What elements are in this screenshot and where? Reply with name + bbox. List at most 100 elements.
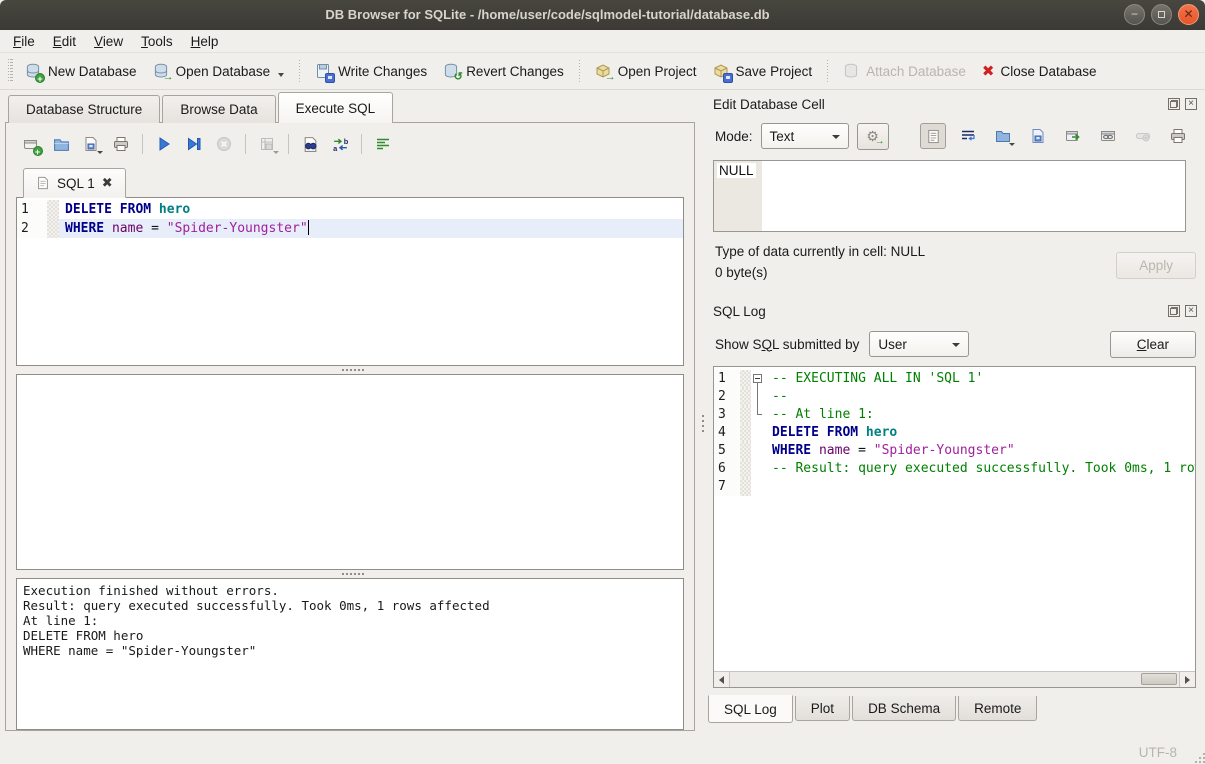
scrollbar-track[interactable] <box>730 672 1179 687</box>
set-null-button[interactable] <box>1130 123 1156 149</box>
close-dock-icon[interactable]: × <box>1185 305 1197 317</box>
log-line[interactable]: 3-- At line 1: <box>714 406 1195 424</box>
line-number: 7 <box>714 478 740 496</box>
find-button[interactable] <box>297 131 323 157</box>
line-number: 1 <box>714 370 740 388</box>
open-in-external-button[interactable]: ⚙ → <box>857 123 889 150</box>
sql-file-tab[interactable]: SQL 1 ✖ <box>23 168 126 198</box>
encoding-indicator[interactable]: UTF-8 <box>1139 745 1177 760</box>
scroll-right-icon <box>1185 676 1190 684</box>
log-line[interactable]: 6-- Result: query executed successfully.… <box>714 460 1195 478</box>
clear-log-button[interactable]: Clear <box>1110 331 1196 358</box>
svg-text:a: a <box>333 143 338 152</box>
fold-margin[interactable] <box>751 370 766 388</box>
fold-margin <box>751 406 766 424</box>
save-project-button[interactable]: Save Project <box>705 58 821 85</box>
word-wrap-button[interactable] <box>955 123 981 149</box>
cell-value-editor[interactable]: NULL <box>713 160 1186 232</box>
log-line[interactable]: 2-- <box>714 388 1195 406</box>
float-dock-icon[interactable] <box>1168 98 1180 110</box>
word-wrap-icon <box>960 128 976 144</box>
dropdown-caret-icon[interactable] <box>1009 143 1015 146</box>
export-file-button[interactable] <box>1025 123 1051 149</box>
menu-help[interactable]: Help <box>182 32 228 51</box>
stop-button[interactable] <box>211 131 237 157</box>
tab-execute-sql[interactable]: Execute SQL <box>278 92 394 123</box>
save-results-button[interactable] <box>254 131 280 157</box>
bottom-tab-db-schema[interactable]: DB Schema <box>852 696 956 721</box>
dropdown-caret-icon[interactable] <box>97 151 103 154</box>
import-file-button[interactable] <box>990 123 1016 149</box>
open-tab-button[interactable]: + <box>18 131 44 157</box>
link-button[interactable] <box>1095 123 1121 149</box>
main-toolbar: + New Database → Open Database Write Cha… <box>0 53 1205 90</box>
dock-header-icons: × <box>1168 98 1197 110</box>
find-replace-button[interactable]: ab <box>327 131 353 157</box>
execute-line-button[interactable] <box>181 131 207 157</box>
plus-icon: + <box>33 146 43 156</box>
new-database-button[interactable]: + New Database <box>17 58 145 85</box>
close-database-button[interactable]: ✖ Close Database <box>974 58 1105 85</box>
save-sql-file-button[interactable] <box>78 131 104 157</box>
resize-grip[interactable] <box>1199 757 1201 759</box>
format-sql-button[interactable] <box>370 131 396 157</box>
maximize-icon <box>1158 11 1165 18</box>
window-title: DB Browser for SQLite - /home/user/code/… <box>0 0 1095 30</box>
editor-line[interactable]: 1DELETE FROM hero <box>17 200 683 219</box>
execute-all-button[interactable] <box>151 131 177 157</box>
submitted-by-value: User <box>878 337 907 352</box>
close-tab-icon[interactable]: ✖ <box>102 175 113 191</box>
apply-button[interactable]: Apply <box>1116 252 1196 279</box>
submitted-by-select[interactable]: User <box>869 331 969 357</box>
splitter-handle[interactable] <box>6 570 694 578</box>
tab-database-structure[interactable]: Database Structure <box>8 95 160 123</box>
vertical-splitter[interactable] <box>700 90 707 740</box>
float-dock-icon[interactable] <box>1168 305 1180 317</box>
write-changes-button[interactable]: Write Changes <box>307 58 435 85</box>
sql-log-view[interactable]: 1-- EXECUTING ALL IN 'SQL 1'2--3-- At li… <box>713 366 1196 688</box>
mode-select[interactable]: Text <box>761 123 849 149</box>
log-line[interactable]: 4DELETE FROM hero <box>714 424 1195 442</box>
log-line[interactable]: 7 <box>714 478 1195 496</box>
attach-database-button[interactable]: Attach Database <box>835 58 974 85</box>
log-line[interactable]: 1-- EXECUTING ALL IN 'SQL 1' <box>714 370 1195 388</box>
open-sql-file-button[interactable] <box>48 131 74 157</box>
menu-view[interactable]: View <box>85 32 132 51</box>
open-project-button[interactable]: → Open Project <box>587 58 705 85</box>
titlebar[interactable]: DB Browser for SQLite - /home/user/code/… <box>0 0 1205 30</box>
maximize-button[interactable] <box>1151 4 1172 25</box>
bottom-tab-plot[interactable]: Plot <box>795 696 850 721</box>
dropdown-caret-icon[interactable] <box>278 73 284 77</box>
editor-line[interactable]: 2WHERE name = "Spider-Youngster" <box>17 219 683 238</box>
minimize-button[interactable]: − <box>1124 4 1145 25</box>
log-line[interactable]: 5WHERE name = "Spider-Youngster" <box>714 442 1195 460</box>
print-button[interactable] <box>108 131 134 157</box>
editor-margin <box>740 424 751 442</box>
splitter-handle[interactable] <box>6 366 694 374</box>
results-pane[interactable] <box>16 374 684 570</box>
bottom-tab-remote[interactable]: Remote <box>958 696 1037 721</box>
menu-tools[interactable]: Tools <box>132 32 182 51</box>
sql-editor[interactable]: 1DELETE FROM hero2WHERE name = "Spider-Y… <box>16 198 684 366</box>
toolbar-button-label: New Database <box>48 64 137 79</box>
scroll-left-button[interactable] <box>714 672 730 687</box>
horizontal-scrollbar[interactable] <box>714 671 1195 687</box>
close-button[interactable]: ✕ <box>1178 4 1199 25</box>
close-dock-icon[interactable]: × <box>1185 98 1197 110</box>
revert-changes-button[interactable]: ↺ Revert Changes <box>435 58 572 85</box>
bottom-tab-sql-log[interactable]: SQL Log <box>708 695 793 723</box>
open-database-button[interactable]: → Open Database <box>145 58 293 85</box>
scrollbar-thumb[interactable] <box>1141 673 1177 685</box>
scroll-right-button[interactable] <box>1179 672 1195 687</box>
toolbar-button-label: Close Database <box>1001 64 1097 79</box>
cell-size-info: 0 byte(s) <box>715 265 1116 280</box>
database-attach-icon <box>843 63 860 80</box>
menu-file[interactable]: File <box>4 32 44 51</box>
open-file-icon <box>995 128 1012 145</box>
menu-edit[interactable]: Edit <box>44 32 85 51</box>
text-mode-button[interactable] <box>920 123 946 149</box>
tab-browse-data[interactable]: Browse Data <box>162 95 275 123</box>
export-window-button[interactable] <box>1060 123 1086 149</box>
print-cell-button[interactable] <box>1165 123 1191 149</box>
toolbar-drag-handle[interactable] <box>8 59 13 83</box>
